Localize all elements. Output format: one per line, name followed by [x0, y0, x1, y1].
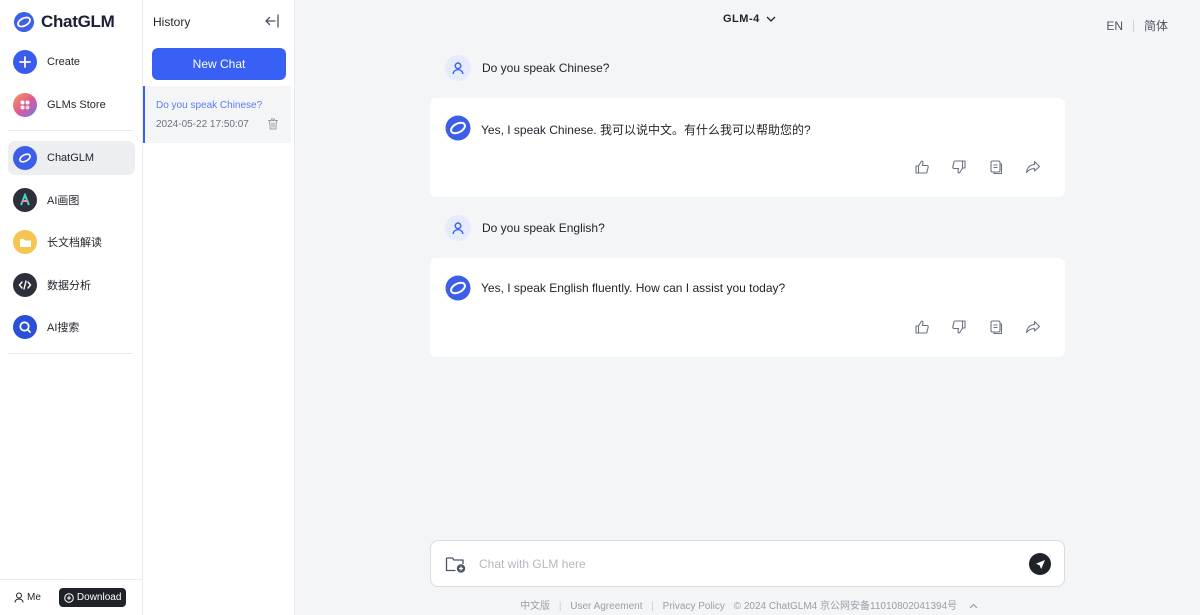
- thumbs-up-icon[interactable]: [914, 319, 930, 335]
- collapse-panel-icon[interactable]: [263, 13, 281, 29]
- model-name: GLM-4: [723, 13, 760, 25]
- sidebar-item-label: 长文档解读: [47, 237, 102, 249]
- lang-divider: [1132, 19, 1134, 32]
- me-label: Me: [27, 592, 41, 603]
- document-icon: [13, 230, 37, 254]
- lang-zh-option[interactable]: 简体: [1144, 17, 1168, 34]
- sidebar-item-ai-search[interactable]: AI搜索: [8, 310, 135, 344]
- store-icon: [13, 93, 37, 117]
- thumbs-up-icon[interactable]: [914, 159, 930, 175]
- bot-avatar-icon: [445, 115, 471, 141]
- sidebar-item-ai-draw[interactable]: AI画图: [8, 183, 135, 217]
- sidebar-item-label: 数据分析: [47, 280, 91, 292]
- lang-en-option[interactable]: EN: [1106, 19, 1123, 33]
- code-icon: [13, 273, 37, 297]
- sidebar-item-label: Create: [47, 56, 81, 68]
- history-panel: History New Chat Do you speak Chinese? 2…: [143, 0, 295, 615]
- bot-message-text: Yes, I speak Chinese. 我可以说中文。有什么我可以帮助您的?: [481, 123, 811, 137]
- download-button[interactable]: Download: [58, 588, 127, 607]
- message-actions: [914, 319, 1041, 335]
- divider: [8, 353, 133, 354]
- send-icon: [1035, 559, 1045, 569]
- user-avatar: [445, 215, 471, 241]
- user-message-text: Do you speak English?: [482, 221, 605, 235]
- divider: [8, 130, 133, 131]
- sidebar-item-chatglm[interactable]: ChatGLM: [8, 141, 135, 175]
- user-message-text: Do you speak Chinese?: [482, 61, 610, 75]
- sidebar-item-long-doc[interactable]: 长文档解读: [8, 225, 135, 259]
- thumbs-down-icon[interactable]: [951, 319, 967, 335]
- copy-icon[interactable]: [988, 159, 1004, 175]
- chatglm-logo-icon: [14, 12, 34, 32]
- sidebar-item-label: AI画图: [47, 195, 80, 207]
- download-label: Download: [76, 592, 122, 603]
- sidebar-item-label: AI搜索: [47, 322, 80, 334]
- user-icon: [452, 222, 464, 235]
- folder-upload-icon[interactable]: [445, 555, 467, 574]
- footer-user-agreement-link[interactable]: User Agreement: [570, 601, 642, 612]
- bot-message-card: Yes, I speak English fluently. How can I…: [430, 258, 1065, 357]
- plus-icon: [13, 50, 37, 74]
- user-message: Do you speak Chinese?: [445, 55, 609, 81]
- sidebar-bottom-bar: Me Download: [0, 579, 143, 615]
- chevron-up-icon[interactable]: [969, 603, 978, 609]
- sidebar: ChatGLM Create GLMs Store ChatGLM AI画图 长…: [0, 0, 143, 615]
- footer-separator: |: [558, 601, 562, 612]
- user-message: Do you speak English?: [445, 215, 605, 241]
- history-item-date: 2024-05-22 17:50:07: [156, 119, 249, 130]
- send-button[interactable]: [1029, 553, 1051, 575]
- chatglm-icon: [13, 146, 37, 170]
- history-item[interactable]: Do you speak Chinese? 2024-05-22 17:50:0…: [143, 86, 291, 143]
- sidebar-item-glms-store[interactable]: GLMs Store: [8, 88, 135, 122]
- chat-input[interactable]: [479, 552, 999, 576]
- app-name: ChatGLM: [41, 12, 115, 31]
- new-chat-button[interactable]: New Chat: [152, 48, 286, 80]
- trash-icon[interactable]: [266, 117, 280, 131]
- me-button[interactable]: Me: [14, 592, 41, 603]
- ai-draw-icon: [13, 188, 37, 212]
- user-icon: [14, 592, 24, 603]
- footer-privacy-policy-link[interactable]: Privacy Policy: [663, 601, 725, 612]
- history-title: History: [153, 15, 191, 29]
- sidebar-item-create[interactable]: Create: [8, 45, 135, 79]
- thumbs-down-icon[interactable]: [951, 159, 967, 175]
- bot-avatar-icon: [445, 275, 471, 301]
- sidebar-item-label: ChatGLM: [47, 152, 95, 164]
- user-icon: [452, 62, 464, 75]
- chat-input-box: [430, 540, 1065, 587]
- share-icon[interactable]: [1025, 159, 1041, 175]
- copy-icon[interactable]: [988, 319, 1004, 335]
- sidebar-item-data-analysis[interactable]: 数据分析: [8, 268, 135, 302]
- message-actions: [914, 159, 1041, 175]
- bot-message-card: Yes, I speak Chinese. 我可以说中文。有什么我可以帮助您的?: [430, 98, 1065, 197]
- sidebar-item-label: GLMs Store: [47, 99, 106, 111]
- footer-separator: |: [651, 601, 654, 612]
- chat-main: GLM-4 EN 简体 Do you speak Chinese? Yes, I…: [295, 0, 1200, 615]
- model-selector[interactable]: GLM-4: [723, 13, 776, 25]
- footer: 中文版 | User Agreement | Privacy Policy © …: [295, 597, 1200, 612]
- footer-cn-link[interactable]: 中文版: [520, 601, 550, 612]
- share-icon[interactable]: [1025, 319, 1041, 335]
- footer-copyright: © 2024 ChatGLM4 京公网安备11010802041394号: [733, 601, 958, 612]
- logo[interactable]: ChatGLM: [13, 11, 115, 33]
- language-switch: EN 简体: [1106, 17, 1168, 34]
- user-avatar: [445, 55, 471, 81]
- search-icon: [13, 315, 37, 339]
- download-icon: [64, 592, 74, 603]
- history-item-title: Do you speak Chinese?: [156, 100, 263, 111]
- bot-message-text: Yes, I speak English fluently. How can I…: [481, 281, 786, 295]
- chevron-down-icon: [766, 16, 776, 22]
